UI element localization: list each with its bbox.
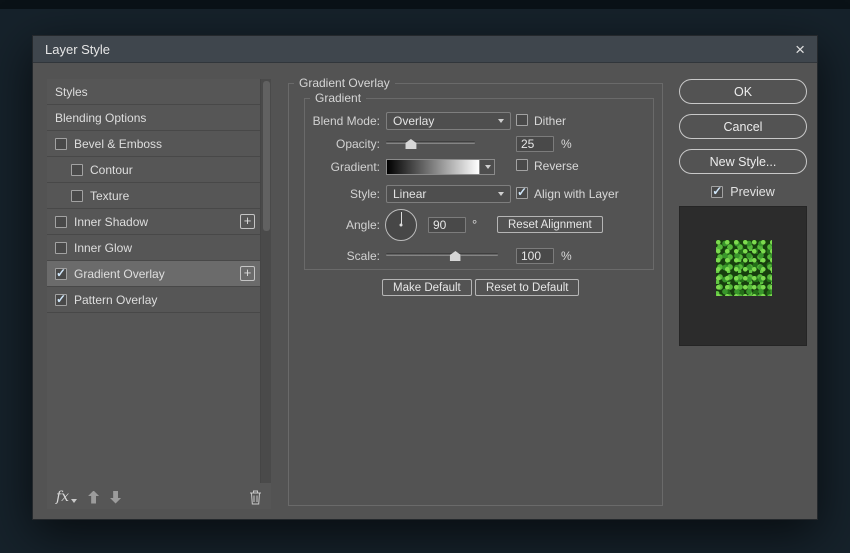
opacity-slider-track[interactable] [386, 141, 475, 144]
styles-list-item-gradient-overlay[interactable]: Gradient Overlay + [47, 261, 260, 287]
angle-unit: ° [472, 217, 477, 232]
style-item-label: Bevel & Emboss [74, 137, 162, 151]
layer-style-dialog: Layer Style × Styles Blending Options Beve… [32, 35, 818, 520]
scrollbar-thumb[interactable] [263, 81, 270, 231]
style-item-label: Inner Glow [74, 241, 132, 255]
align-with-layer-label: Align with Layer [534, 187, 619, 201]
fx-menu-button[interactable]: fx [56, 490, 77, 504]
trash-icon [249, 490, 262, 505]
scale-unit: % [561, 249, 572, 263]
style-enabled-checkbox[interactable] [71, 164, 83, 176]
delete-effect-button[interactable] [249, 490, 262, 505]
style-value: Linear [393, 187, 426, 201]
gradient-group: Gradient Blend Mode: Overlay Dither Opac… [304, 98, 654, 270]
gradient-overlay-section: Gradient Overlay Gradient Blend Mode: Ov… [288, 83, 663, 506]
styles-panel-footer: fx [47, 485, 271, 509]
reset-to-default-button[interactable]: Reset to Default [475, 279, 579, 296]
fx-icon: fx [56, 490, 69, 504]
blend-mode-label: Blend Mode: [305, 114, 380, 128]
scale-input[interactable] [516, 248, 554, 264]
ok-button[interactable]: OK [679, 79, 807, 104]
make-default-button[interactable]: Make Default [382, 279, 472, 296]
move-effect-down-button[interactable] [110, 491, 121, 504]
styles-list-item-contour[interactable]: Contour [47, 157, 260, 183]
angle-label: Angle: [305, 218, 380, 232]
chevron-down-icon [485, 165, 491, 169]
styles-panel: Styles Blending Options Bevel & Emboss Cont… [47, 79, 271, 509]
scale-label: Scale: [305, 249, 380, 263]
move-effect-up-button[interactable] [88, 491, 99, 504]
scale-slider[interactable] [386, 250, 498, 260]
styles-scrollbar[interactable] [260, 79, 271, 483]
opacity-label: Opacity: [305, 137, 380, 151]
styles-list-item-styles[interactable]: Styles [47, 79, 260, 105]
new-style-button[interactable]: New Style... [679, 149, 807, 174]
chevron-down-icon [498, 192, 504, 196]
style-enabled-checkbox[interactable] [55, 268, 67, 280]
style-item-label: Pattern Overlay [74, 293, 157, 307]
add-effect-button[interactable]: + [240, 266, 255, 281]
opacity-input[interactable] [516, 136, 554, 152]
chevron-down-icon [498, 119, 504, 123]
close-icon[interactable]: × [795, 41, 805, 58]
app-top-bar [0, 0, 850, 9]
styles-list-item-texture[interactable]: Texture [47, 183, 260, 209]
style-item-label: Blending Options [55, 111, 146, 125]
styles-list-item-pattern-overlay[interactable]: Pattern Overlay [47, 287, 260, 313]
style-enabled-checkbox[interactable] [55, 138, 67, 150]
add-effect-button[interactable]: + [240, 214, 255, 229]
style-select[interactable]: Linear [386, 185, 511, 203]
blend-mode-select[interactable]: Overlay [386, 112, 511, 130]
style-item-label: Styles [55, 85, 88, 99]
angle-dial-center [400, 224, 403, 227]
preview-row: Preview [679, 184, 807, 200]
reverse-checkbox[interactable] [516, 159, 528, 171]
gradient-swatch[interactable] [386, 159, 480, 175]
styles-list-item-bevel-emboss[interactable]: Bevel & Emboss [47, 131, 260, 157]
preview-label: Preview [730, 185, 774, 199]
preview-checkbox[interactable] [711, 186, 723, 198]
style-item-label: Inner Shadow [74, 215, 148, 229]
preview-image [716, 240, 772, 296]
preview-thumbnail [679, 206, 807, 346]
dialog-title: Layer Style [45, 42, 110, 57]
desktop-background: Layer Style × Styles Blending Options Beve… [0, 0, 850, 553]
styles-list: Styles Blending Options Bevel & Emboss Cont… [47, 79, 260, 483]
scale-slider-track[interactable] [386, 253, 498, 256]
style-enabled-checkbox[interactable] [71, 190, 83, 202]
blend-mode-value: Overlay [393, 114, 434, 128]
styles-list-item-inner-shadow[interactable]: Inner Shadow + [47, 209, 260, 235]
caret-down-icon [71, 499, 77, 503]
angle-input[interactable] [428, 217, 466, 233]
style-item-label: Contour [90, 163, 133, 177]
style-enabled-checkbox[interactable] [55, 216, 67, 228]
styles-list-item-blending-options[interactable]: Blending Options [47, 105, 260, 131]
gradient-label: Gradient: [305, 160, 380, 174]
gradient-picker-arrow[interactable] [480, 159, 495, 175]
angle-dial[interactable] [385, 209, 417, 241]
cancel-button[interactable]: Cancel [679, 114, 807, 139]
group-title: Gradient [310, 91, 366, 106]
style-item-label: Gradient Overlay [74, 267, 165, 281]
styles-list-item-inner-glow[interactable]: Inner Glow [47, 235, 260, 261]
style-enabled-checkbox[interactable] [55, 242, 67, 254]
style-item-label: Texture [90, 189, 129, 203]
style-label: Style: [305, 187, 380, 201]
dither-label: Dither [534, 114, 566, 128]
dither-checkbox[interactable] [516, 114, 528, 126]
opacity-slider[interactable] [386, 138, 475, 148]
opacity-unit: % [561, 137, 572, 151]
reverse-label: Reverse [534, 159, 579, 173]
section-title: Gradient Overlay [294, 76, 395, 91]
reset-alignment-button[interactable]: Reset Alignment [497, 216, 603, 233]
style-enabled-checkbox[interactable] [55, 294, 67, 306]
dialog-titlebar[interactable]: Layer Style × [33, 36, 817, 63]
align-with-layer-checkbox[interactable] [516, 187, 528, 199]
gradient-control[interactable] [386, 159, 495, 175]
